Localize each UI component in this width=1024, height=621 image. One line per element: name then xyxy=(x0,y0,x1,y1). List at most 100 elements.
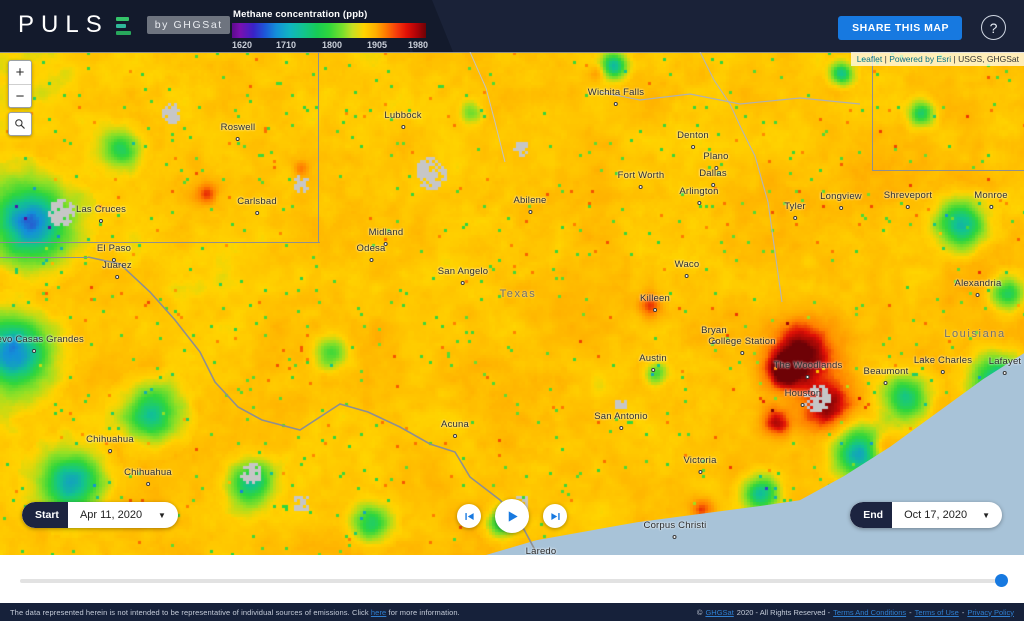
city-label: Houston xyxy=(785,388,822,399)
city-label: Victoria xyxy=(683,455,716,466)
city-label: Shreveport xyxy=(884,190,932,201)
chevron-down-icon: ▼ xyxy=(154,502,178,528)
skip-forward-icon xyxy=(550,511,561,522)
privacy-policy-link[interactable]: Privacy Policy xyxy=(967,608,1014,617)
attribution-sep-1: | xyxy=(885,54,887,64)
legend-title: Methane concentration (ppb) xyxy=(233,9,426,20)
terms-and-conditions-link[interactable]: Terms And Conditions xyxy=(833,608,906,617)
attribution-leaflet-link[interactable]: Leaflet xyxy=(857,54,883,64)
playback-controls xyxy=(457,499,567,533)
footer-company-link[interactable]: GHGSat xyxy=(705,608,733,617)
skip-back-button[interactable] xyxy=(457,504,481,528)
city-label: Roswell xyxy=(221,122,256,133)
city-label: Plano xyxy=(703,151,728,162)
city-label: Killeen xyxy=(640,293,670,304)
city-marker-dot xyxy=(255,211,259,215)
footer-disclaimer: The data represented herein is not inten… xyxy=(10,608,460,617)
pulse-bars-e-icon xyxy=(116,17,131,35)
start-date-label: Start xyxy=(22,502,68,528)
city-label: Acuna xyxy=(441,419,469,430)
city-label: San Antonio xyxy=(594,411,647,422)
city-label: College Station xyxy=(708,336,775,347)
city-label: San Angelo xyxy=(438,266,489,277)
logo-byline: by GHGSat xyxy=(147,16,230,34)
skip-back-icon xyxy=(464,511,475,522)
city-label: Lake Charles xyxy=(914,355,972,366)
city-label: Tyler xyxy=(784,201,806,212)
footer-sep-2: - xyxy=(962,608,965,617)
city-label: Lubbock xyxy=(384,110,421,121)
attribution-sources: USGS, GHGSat xyxy=(958,54,1019,64)
city-marker-dot xyxy=(32,349,36,353)
end-date-picker[interactable]: End Oct 17, 2020 ▼ xyxy=(850,502,1002,528)
city-label: Beaumont xyxy=(864,366,909,377)
city-label: Wichita Falls xyxy=(588,87,644,98)
attribution-esri-link[interactable]: Powered by Esri xyxy=(889,54,951,64)
city-marker-dot xyxy=(989,205,993,209)
state-label: Texas xyxy=(500,288,537,300)
city-marker-dot xyxy=(793,216,797,220)
footer-legal: © GHGSat 2020 - All Rights Reserved - Te… xyxy=(697,608,1014,617)
city-label: Dallas xyxy=(699,168,727,179)
city-label: Juarez xyxy=(102,260,132,271)
city-marker-dot xyxy=(99,219,103,223)
help-icon[interactable]: ? xyxy=(981,15,1006,40)
map-zoom-controls[interactable]: + − xyxy=(8,60,32,108)
copyright-symbol: © xyxy=(697,608,703,617)
app-footer: The data represented herein is not inten… xyxy=(0,603,1024,621)
city-label: Abilene xyxy=(513,195,546,206)
city-label: Alexandria xyxy=(955,278,1002,289)
play-button[interactable] xyxy=(495,499,529,533)
city-label: Chihuahua xyxy=(124,467,172,478)
legend-colorbar xyxy=(232,23,426,38)
city-marker-dot xyxy=(698,470,702,474)
disclaimer-text-before: The data represented herein is not inten… xyxy=(10,608,369,617)
city-marker-dot xyxy=(691,145,695,149)
city-label: Denton xyxy=(677,130,709,141)
play-icon xyxy=(505,509,520,524)
city-marker-dot xyxy=(653,308,657,312)
legend-tick-3: 1905 xyxy=(367,40,387,50)
city-label: Nuevo Casas Grandes xyxy=(0,334,84,345)
pulse-app: PULS by GHGSat Methane concentration (pp… xyxy=(0,0,1024,621)
city-label: Austin xyxy=(639,353,667,364)
city-marker-dot xyxy=(146,482,150,486)
legend-tick-1: 1710 xyxy=(276,40,296,50)
map-search-button[interactable] xyxy=(8,112,32,136)
end-date-label: End xyxy=(850,502,892,528)
legend-tick-4: 1980 xyxy=(408,40,428,50)
city-label: El Paso xyxy=(97,243,131,254)
map-attribution: Leaflet | Powered by Esri | USGS, GHGSat xyxy=(851,52,1024,66)
city-marker-dot xyxy=(108,449,112,453)
city-label: Corpus Christi xyxy=(644,520,707,531)
zoom-out-button[interactable]: − xyxy=(9,84,31,107)
attribution-sep-2: | xyxy=(953,54,955,64)
zoom-in-button[interactable]: + xyxy=(9,61,31,84)
footer-rights: 2020 - All Rights Reserved - xyxy=(737,608,830,617)
city-label: Laredo xyxy=(526,546,557,555)
timeline-slider-bar[interactable] xyxy=(0,555,1024,603)
footer-sep-1: - xyxy=(909,608,912,617)
disclaimer-here-link[interactable]: here xyxy=(371,608,386,617)
methane-map[interactable]: Roswell Lubbock Wichita Falls Denton Plano Da… xyxy=(0,52,1024,555)
start-date-value: Apr 11, 2020 xyxy=(68,502,154,528)
legend-tick-0: 1620 xyxy=(232,40,252,50)
city-label: Midland xyxy=(369,227,404,238)
city-label: Longview xyxy=(820,191,862,202)
legend-tick-2: 1800 xyxy=(322,40,342,50)
end-date-value: Oct 17, 2020 xyxy=(892,502,978,528)
skip-forward-button[interactable] xyxy=(543,504,567,528)
city-marker-dot xyxy=(453,434,457,438)
city-marker-dot xyxy=(619,426,623,430)
city-label: Chihuahua xyxy=(86,434,134,445)
start-date-picker[interactable]: Start Apr 11, 2020 ▼ xyxy=(22,502,178,528)
timeline-slider-track[interactable] xyxy=(20,579,1004,583)
rivers-and-roads-layer xyxy=(0,52,1024,555)
city-marker-dot xyxy=(839,206,843,210)
app-logo[interactable]: PULS by GHGSat xyxy=(18,11,230,39)
share-map-button[interactable]: SHARE THIS MAP xyxy=(838,16,962,40)
timeline-slider-handle[interactable] xyxy=(995,574,1008,587)
methane-legend: Methane concentration (ppb) 1620 1710 18… xyxy=(232,9,426,52)
terms-of-use-link[interactable]: Terms of Use xyxy=(915,608,959,617)
city-label: Las Cruces xyxy=(76,204,126,215)
